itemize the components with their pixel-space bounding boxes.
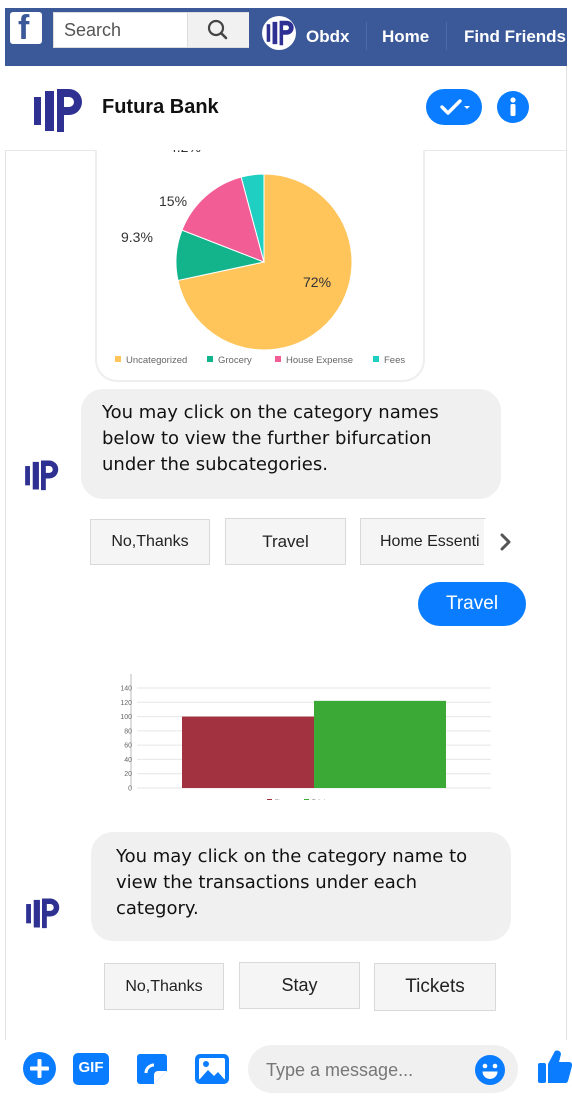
gif-label: GIF xyxy=(78,1059,104,1076)
chevron-right-icon xyxy=(500,533,511,551)
message-input[interactable] xyxy=(264,1045,468,1095)
bank-avatar xyxy=(28,81,86,139)
bot-avatar xyxy=(21,455,61,495)
gif-button[interactable]: GIF xyxy=(73,1052,109,1086)
search-icon xyxy=(207,19,228,40)
quick-reply-home-essentials[interactable]: Home Essenti xyxy=(360,518,486,565)
futura-logo-icon xyxy=(25,460,59,491)
quick-reply-travel[interactable]: Travel xyxy=(225,518,346,565)
done-button[interactable] xyxy=(426,89,482,125)
legend-swatch xyxy=(207,356,213,362)
pie-data-label: 72% xyxy=(303,274,331,290)
futura-logo-icon xyxy=(26,898,60,929)
nav-divider xyxy=(446,22,447,50)
y-tick-label: 40 xyxy=(124,757,132,764)
y-tick-label: 100 xyxy=(120,714,132,721)
like-button[interactable] xyxy=(536,1046,572,1086)
legend-label: Tickets xyxy=(312,799,328,800)
futura-logo-icon xyxy=(266,20,294,46)
info-button[interactable] xyxy=(497,91,529,123)
sticker-icon xyxy=(137,1054,167,1084)
facebook-logo-icon[interactable]: f xyxy=(10,9,42,47)
pie-chart-card: 72% 9.3% 15% 4.2% Uncategorized Grocery House … xyxy=(95,139,425,382)
message-line: under the subcategories. xyxy=(102,454,328,475)
quick-reply-stay[interactable]: Stay xyxy=(239,962,360,1009)
profile-name-link[interactable]: Obdx xyxy=(306,27,349,47)
message-line: view the transactions under each xyxy=(116,872,418,893)
info-icon xyxy=(510,97,516,116)
add-button[interactable] xyxy=(22,1051,57,1086)
bot-message-bubble: You may click on the category names belo… xyxy=(81,389,501,499)
futura-logo-icon xyxy=(29,82,85,138)
y-tick-label: 80 xyxy=(124,728,132,735)
legend-swatch xyxy=(115,356,121,362)
plus-circle-icon xyxy=(23,1052,56,1085)
message-line: You may click on the category name to xyxy=(116,846,468,867)
bar-chart: 140 120 100 80 60 40 20 0 Stay Tickets xyxy=(120,674,491,805)
smiley-icon xyxy=(475,1055,505,1085)
quick-reply-no-thanks[interactable]: No,Thanks xyxy=(104,963,224,1010)
bot-message-bubble: You may click on the category name to vi… xyxy=(91,832,511,941)
search-box xyxy=(53,12,249,48)
chat-header xyxy=(5,66,567,151)
frame-border xyxy=(5,150,6,1040)
bar-chart-card: 140 120 100 80 60 40 20 0 Stay Tickets xyxy=(107,670,497,805)
legend-swatch xyxy=(275,356,281,362)
search-input[interactable] xyxy=(54,13,198,47)
sticker-button[interactable] xyxy=(134,1051,170,1087)
legend-label: Uncategorized xyxy=(126,355,187,366)
pie-chart: 72% 9.3% 15% 4.2% Uncategorized Grocery House … xyxy=(115,139,405,366)
checkmark-icon xyxy=(440,99,470,115)
message-line: category. xyxy=(116,898,199,919)
chat-title: Futura Bank xyxy=(102,96,219,118)
message-line: below to view the further bifurcation xyxy=(102,428,432,449)
emoji-button[interactable] xyxy=(474,1054,506,1086)
legend-swatch xyxy=(267,799,272,803)
legend-swatch xyxy=(304,799,309,803)
quick-reply-tickets[interactable]: Tickets xyxy=(374,963,496,1011)
legend-label: Grocery xyxy=(218,355,252,366)
thumbs-up-icon xyxy=(538,1050,572,1084)
legend-swatch xyxy=(373,356,379,362)
legend-label: House Expense xyxy=(286,355,353,366)
legend-label: Fees xyxy=(384,355,405,366)
bar-tickets[interactable] xyxy=(314,700,446,788)
find-friends-link[interactable]: Find Friends xyxy=(464,27,566,47)
bot-avatar xyxy=(22,893,62,933)
bar-stay[interactable] xyxy=(182,716,314,788)
quick-reply-no-thanks[interactable]: No,Thanks xyxy=(90,519,210,565)
pie-data-label: 4.2% xyxy=(169,150,201,155)
quick-replies-next-button[interactable] xyxy=(484,519,542,565)
y-tick-label: 0 xyxy=(128,786,132,793)
search-button[interactable] xyxy=(187,13,249,47)
frame-border xyxy=(566,66,567,1040)
y-tick-label: 120 xyxy=(120,700,132,707)
pie-data-label: 9.3% xyxy=(121,229,153,245)
legend-label: Stay xyxy=(275,799,286,800)
user-message-bubble: Travel xyxy=(418,582,526,626)
image-icon xyxy=(195,1054,229,1084)
profile-avatar[interactable] xyxy=(262,16,296,50)
y-tick-label: 60 xyxy=(124,743,132,750)
y-tick-label: 20 xyxy=(124,771,132,778)
message-line: You may click on the category names xyxy=(102,402,439,423)
nav-divider xyxy=(366,22,367,50)
y-tick-label: 140 xyxy=(120,686,132,693)
pie-data-label: 15% xyxy=(159,193,187,209)
photo-button[interactable] xyxy=(194,1051,230,1087)
home-link[interactable]: Home xyxy=(382,27,429,47)
